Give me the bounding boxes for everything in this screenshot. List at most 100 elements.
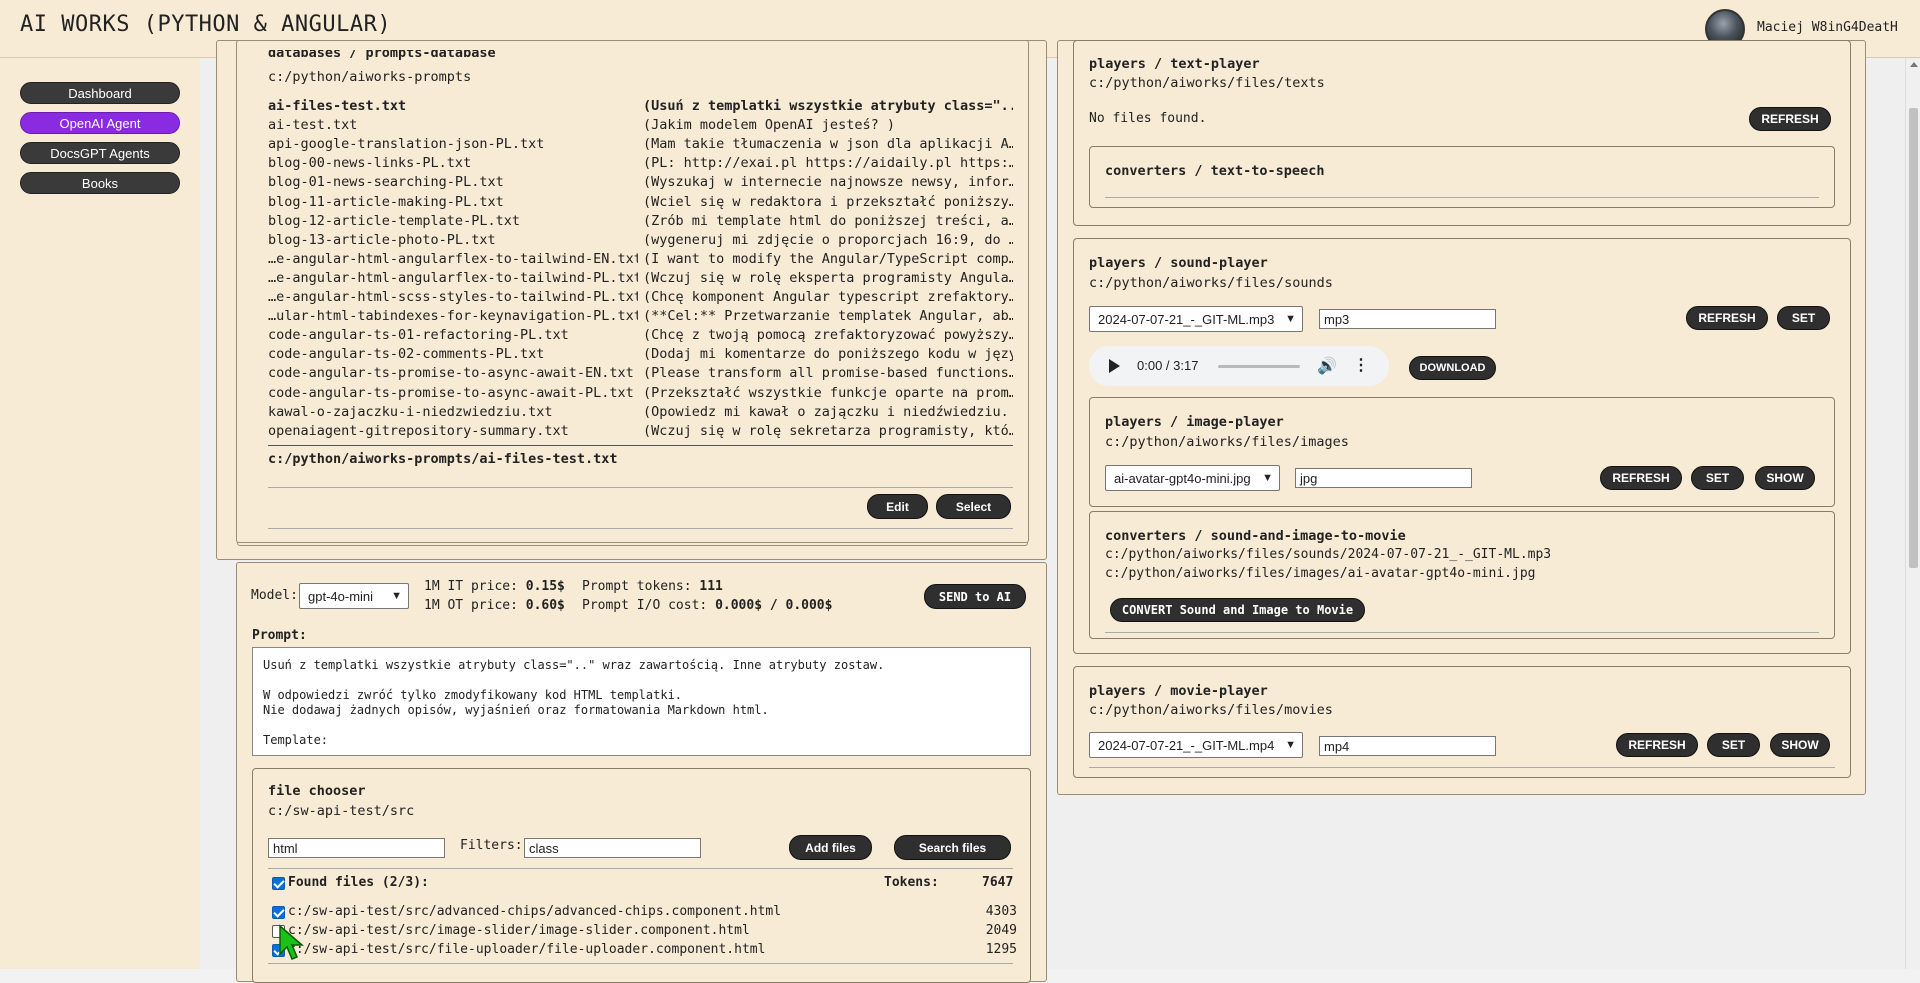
prompts-database-path: c:/python/aiworks-prompts xyxy=(268,69,472,85)
sound-player-path: c:/python/aiworks/files/sounds xyxy=(1089,275,1333,291)
user-name[interactable]: Maciej W8inG4DeatH xyxy=(1757,20,1898,35)
file-row: c:/sw-api-test/src/file-uploader/file-up… xyxy=(272,942,1017,960)
movie-player-path: c:/python/aiworks/files/movies xyxy=(1089,702,1333,718)
sound-player-title: players / sound-player xyxy=(1089,255,1268,271)
filters-input[interactable]: class xyxy=(524,838,701,858)
prompt-list-item[interactable]: blog-13-article-photo-PL.txt (wygeneruj m… xyxy=(268,232,1013,251)
select-button[interactable]: Select xyxy=(936,494,1011,519)
image-set-button[interactable]: SET xyxy=(1691,466,1744,490)
sound-ext-input[interactable]: mp3 xyxy=(1319,309,1496,329)
prompt-list-item[interactable]: code-angular-ts-promise-to-async-await-P… xyxy=(268,385,1013,404)
prompt-list-item[interactable]: api-google-translation-json-PL.txt (Mam t… xyxy=(268,136,1013,155)
image-refresh-button[interactable]: REFRESH xyxy=(1600,466,1682,490)
prompt-tokens-value: 111 xyxy=(699,579,723,594)
prompt-list-item[interactable]: …ular-html-tabindexes-for-keynavigation-… xyxy=(268,308,1013,327)
download-button[interactable]: DOWNLOAD xyxy=(1409,356,1496,380)
prompt-list-item[interactable]: blog-01-news-searching-PL.txt (Wyszukaj w… xyxy=(268,174,1013,193)
text-player-path: c:/python/aiworks/files/texts xyxy=(1089,75,1325,91)
movie-ext-input[interactable]: mp4 xyxy=(1319,736,1496,756)
prompt-list-item[interactable]: …e-angular-html-angularflex-to-tailwind-… xyxy=(268,270,1013,289)
image-show-button[interactable]: SHOW xyxy=(1755,466,1815,490)
prompt-file-name: openaiagent-gitrepository-summary.txt xyxy=(268,422,569,439)
sound-set-button[interactable]: SET xyxy=(1777,306,1830,330)
prompt-list-item[interactable]: blog-00-news-links-PL.txt (PL: http://exa… xyxy=(268,155,1013,174)
prompt-file-description: (Przekształć wszystkie funkcje oparte na… xyxy=(643,384,1013,401)
divider xyxy=(1105,632,1819,633)
audio-progress-track[interactable] xyxy=(1218,365,1300,368)
sound-file-select[interactable]: 2024-07-07-21_-_GIT-ML.mp3 ▼ xyxy=(1089,306,1303,332)
more-vert-icon[interactable]: ⋮ xyxy=(1353,355,1369,375)
prompt-textarea[interactable]: Usuń z templatki wszystkie atrybuty clas… xyxy=(252,647,1031,756)
prompt-list-item[interactable]: …e-angular-html-angularflex-to-tailwind-… xyxy=(268,251,1013,270)
prompt-file-description: (Wczuj się w rolę sekretarza programisty… xyxy=(643,422,1013,439)
text-to-speech-title: converters / text-to-speech xyxy=(1105,163,1325,179)
text-refresh-button[interactable]: REFRESH xyxy=(1749,107,1831,131)
movie-set-button[interactable]: SET xyxy=(1707,733,1760,757)
sound-refresh-button[interactable]: REFRESH xyxy=(1686,306,1768,330)
search-files-button[interactable]: Search files xyxy=(894,835,1011,860)
prompt-list-item[interactable]: …e-angular-html-scss-styles-to-tailwind-… xyxy=(268,289,1013,308)
prompt-file-description: (**Cel:** Przetwarzanie templatek Angula… xyxy=(643,308,1013,325)
prompt-file-name: …e-angular-html-angularflex-to-tailwind-… xyxy=(268,250,638,267)
prompt-list-item[interactable]: blog-12-article-template-PL.txt (Zrób mi … xyxy=(268,213,1013,232)
prompt-tokens-label: Prompt tokens: xyxy=(582,579,692,594)
prompt-list-item[interactable]: code-angular-ts-promise-to-async-await-E… xyxy=(268,365,1013,384)
movie-show-button[interactable]: SHOW xyxy=(1770,733,1830,757)
add-files-button[interactable]: Add files xyxy=(789,835,872,860)
extension-input[interactable]: html xyxy=(268,838,445,858)
send-to-ai-button[interactable]: SEND to AI xyxy=(924,584,1026,609)
prompt-file-description: (Mam takie tłumaczenia w json dla aplika… xyxy=(643,136,1013,153)
prompt-list-item[interactable]: code-angular-ts-02-comments-PL.txt (Dodaj… xyxy=(268,346,1013,365)
scroll-up-icon[interactable] xyxy=(1910,62,1918,67)
prompt-file-name: blog-01-news-searching-PL.txt xyxy=(268,174,504,191)
sound-file-select-value: 2024-07-07-21_-_GIT-ML.mp3 xyxy=(1098,311,1275,327)
prompt-list-item[interactable]: openaiagent-gitrepository-summary.txt (Wc… xyxy=(268,423,1013,442)
tokens-label: Tokens: xyxy=(884,875,939,890)
prompt-file-name: blog-11-article-making-PL.txt xyxy=(268,193,504,210)
selected-prompt-path: c:/python/aiworks-prompts/ai-files-test.… xyxy=(268,451,618,467)
movie-file-select[interactable]: 2024-07-07-21_-_GIT-ML.mp4 ▼ xyxy=(1089,732,1303,758)
prompt-file-name: code-angular-ts-02-comments-PL.txt xyxy=(268,346,545,363)
tokens-total: 7647 xyxy=(982,875,1014,890)
image-file-select[interactable]: ai-avatar-gpt4o-mini.jpg ▼ xyxy=(1105,465,1280,491)
it-price-label: 1M IT price: xyxy=(424,579,518,594)
prompt-file-description: (Chcę z twoją pomocą zrefaktoryzować pow… xyxy=(643,327,1013,344)
model-select[interactable]: gpt-4o-mini ▼ xyxy=(299,583,409,609)
nav-openai-agent[interactable]: OpenAI Agent xyxy=(20,112,180,134)
volume-icon[interactable]: 🔊 xyxy=(1317,356,1337,376)
mouse-cursor-icon xyxy=(279,924,305,960)
scrollbar-thumb[interactable] xyxy=(1909,108,1918,568)
page-scrollbar[interactable] xyxy=(1905,58,1920,969)
file-tokens: 1295 xyxy=(985,942,1017,957)
prompt-list-item[interactable]: kawal-o-zajaczku-i-niedzwiedziu.txt (Opow… xyxy=(268,404,1013,423)
io-cost-label: Prompt I/O cost: xyxy=(582,598,708,613)
nav-dashboard[interactable]: Dashboard xyxy=(20,82,180,104)
prompt-list-item[interactable]: blog-11-article-making-PL.txt (Wciel się … xyxy=(268,194,1013,213)
prompt-file-name: …e-angular-html-angularflex-to-tailwind-… xyxy=(268,269,638,286)
image-ext-input[interactable]: jpg xyxy=(1295,468,1472,488)
prompt-file-description: (I want to modify the Angular/TypeScript… xyxy=(643,250,1013,267)
prompt-file-name: kawal-o-zajaczku-i-niedzwiedziu.txt xyxy=(268,403,553,420)
prompt-list-item[interactable]: ai-test.txt (Jakim modelem OpenAI jesteś?… xyxy=(268,117,1013,136)
prompt-list-item[interactable]: code-angular-ts-01-refactoring-PL.txt (Ch… xyxy=(268,327,1013,346)
nav-books[interactable]: Books xyxy=(20,172,180,194)
prompt-file-description: (Opowiedz mi kawał o zajączku i niedźwie… xyxy=(643,403,1013,420)
convert-movie-button[interactable]: CONVERT Sound and Image to Movie xyxy=(1110,598,1365,622)
prompt-file-name: api-google-translation-json-PL.txt xyxy=(268,136,545,153)
prompt-file-name: code-angular-ts-01-refactoring-PL.txt xyxy=(268,327,569,344)
chevron-down-icon: ▼ xyxy=(1285,313,1296,325)
prompt-file-description: (Jakim modelem OpenAI jesteś? ) xyxy=(643,117,895,134)
prompt-file-description: (Please transform all promise-based func… xyxy=(643,365,1013,382)
image-file-select-value: ai-avatar-gpt4o-mini.jpg xyxy=(1114,470,1251,486)
found-files-checkbox[interactable] xyxy=(272,877,285,890)
prompt-file-description: (Chcę komponent Angular typescript zrefa… xyxy=(643,289,1013,305)
play-icon[interactable] xyxy=(1109,359,1120,373)
prompt-list-item[interactable]: ai-files-test.txt (Usuń z templatki wszys… xyxy=(268,98,1013,117)
prompt-file-description: (Wczuj się w rolę eksperta programisty A… xyxy=(643,269,1013,286)
nav-docsgpt-agents[interactable]: DocsGPT Agents xyxy=(20,142,180,164)
movie-refresh-button[interactable]: REFRESH xyxy=(1616,733,1698,757)
filters-label: Filters: xyxy=(460,838,523,853)
image-player-title: players / image-player xyxy=(1105,414,1284,430)
edit-button[interactable]: Edit xyxy=(867,494,928,519)
audio-player[interactable]: 0:00 / 3:17 🔊 ⋮ xyxy=(1089,346,1389,386)
